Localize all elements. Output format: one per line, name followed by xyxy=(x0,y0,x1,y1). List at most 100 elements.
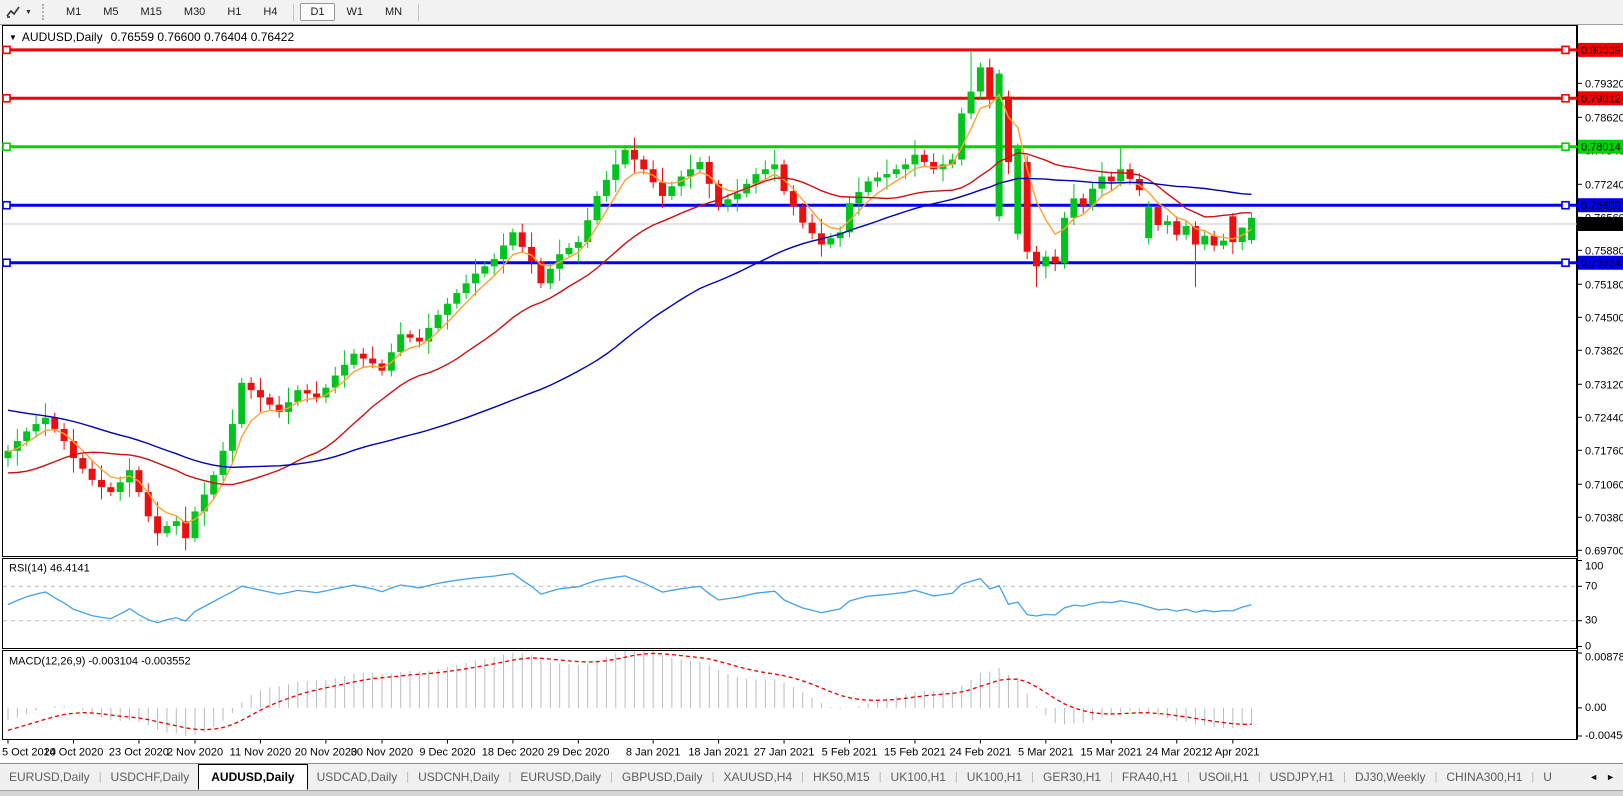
timeframe-m5-button[interactable]: M5 xyxy=(93,3,128,21)
svg-text:0.00: 0.00 xyxy=(1585,702,1606,714)
chart-canvas[interactable]: 0.793200.786200.779400.772400.765600.758… xyxy=(0,25,1623,763)
candles-layer xyxy=(4,49,1256,551)
tab-scroll-arrows: ◄ ► xyxy=(1581,772,1623,782)
tab-uk100-h1[interactable]: UK100,H1 xyxy=(958,770,1031,784)
chart-cursor-icon xyxy=(6,6,20,18)
top-toolbar: ▼ M1 M5 M15 M30 H1 H4 D1 W1 MN xyxy=(0,0,1623,25)
svg-text:0.73120: 0.73120 xyxy=(1585,379,1623,391)
svg-text:0.71060: 0.71060 xyxy=(1585,479,1623,491)
symbol-tabbar: EURUSD,Daily | USDCHF,Daily AUDUSD,Daily USD… xyxy=(0,763,1623,790)
collapse-arrow-icon[interactable]: ▼ xyxy=(9,33,17,42)
rsi-label: RSI(14) 46.4141 xyxy=(9,563,90,575)
svg-text:2 Nov 2020: 2 Nov 2020 xyxy=(167,747,223,759)
tab-usoil-h1[interactable]: USOil,H1 xyxy=(1190,770,1258,784)
chart-title: ▼ AUDUSD,Daily 0.76559 0.76600 0.76404 0.7… xyxy=(9,30,294,44)
svg-text:70: 70 xyxy=(1585,580,1597,592)
toolbar-grip[interactable] xyxy=(41,4,46,20)
date-axis[interactable]: 5 Oct 202014 Oct 2020 23 Oct 20202 Nov 20… xyxy=(2,739,1259,759)
tab-usdcnh-daily[interactable]: USDCNH,Daily xyxy=(409,770,508,784)
svg-text:0.71760: 0.71760 xyxy=(1585,445,1623,457)
svg-text:0.75880: 0.75880 xyxy=(1585,245,1623,257)
timeframe-h4-button[interactable]: H4 xyxy=(253,3,287,21)
tab-dj30-weekly[interactable]: DJ30,Weekly xyxy=(1346,770,1434,784)
svg-text:18 Jan 2021: 18 Jan 2021 xyxy=(688,747,749,759)
tab-eurusd-daily[interactable]: EURUSD,Daily xyxy=(511,770,610,784)
tab-audusd-daily[interactable]: AUDUSD,Daily xyxy=(198,764,308,790)
svg-text:9 Dec 2020: 9 Dec 2020 xyxy=(419,747,475,759)
svg-text:0.77240: 0.77240 xyxy=(1585,179,1623,191)
svg-text:27 Jan 2021: 27 Jan 2021 xyxy=(754,747,815,759)
svg-text:100: 100 xyxy=(1585,561,1603,573)
svg-text:24 Feb 2021: 24 Feb 2021 xyxy=(950,747,1012,759)
tab-usdchf-daily[interactable]: USDCHF,Daily xyxy=(102,770,199,784)
horizontal-lines[interactable] xyxy=(2,45,1577,268)
tab-gbpusd-daily[interactable]: GBPUSD,Daily xyxy=(613,770,712,784)
svg-text:15 Mar 2021: 15 Mar 2021 xyxy=(1080,747,1142,759)
tab-scroll-left-button[interactable]: ◄ xyxy=(1589,772,1598,782)
toolbar-separator xyxy=(418,3,420,21)
tab-scroll-right-button[interactable]: ► xyxy=(1606,772,1615,782)
svg-text:30 Nov 2020: 30 Nov 2020 xyxy=(351,747,413,759)
moving-averages xyxy=(7,93,1252,525)
svg-text:5 Feb 2021: 5 Feb 2021 xyxy=(822,747,878,759)
bottom-strip xyxy=(0,790,1623,796)
tab-fra40-h1[interactable]: FRA40,H1 xyxy=(1113,770,1187,784)
chevron-down-icon[interactable]: ▼ xyxy=(25,9,32,16)
tab-china300-h1[interactable]: CHINA300,H1 xyxy=(1437,770,1531,784)
svg-text:0.70380: 0.70380 xyxy=(1585,512,1623,524)
price-axis[interactable]: 0.793200.786200.779400.772400.765600.758… xyxy=(1577,25,1623,740)
tab-u[interactable]: U xyxy=(1534,770,1561,784)
timeframe-buttons: M1 M5 M15 M30 H1 H4 D1 W1 MN xyxy=(55,3,424,21)
svg-text:2 Apr 2021: 2 Apr 2021 xyxy=(1206,747,1259,759)
svg-text:0.76422: 0.76422 xyxy=(1581,219,1621,231)
tab-xauusd-h4[interactable]: XAUUSD,H4 xyxy=(714,770,801,784)
svg-text:0.75624: 0.75624 xyxy=(1581,258,1621,270)
rsi-line xyxy=(7,572,1252,624)
chart-title-ohlc: 0.76559 0.76600 0.76404 0.76422 xyxy=(110,30,295,44)
timeframe-d1-button[interactable]: D1 xyxy=(300,3,335,21)
svg-text:5 Mar 2021: 5 Mar 2021 xyxy=(1018,747,1074,759)
svg-text:0.76809: 0.76809 xyxy=(1581,200,1621,212)
svg-text:24 Mar 2021: 24 Mar 2021 xyxy=(1146,747,1208,759)
svg-text:0.79320: 0.79320 xyxy=(1585,78,1623,90)
toolbar-separator xyxy=(293,3,295,21)
tab-uk100-h1[interactable]: UK100,H1 xyxy=(882,770,955,784)
timeframe-h1-button[interactable]: H1 xyxy=(217,3,251,21)
cursor-tool-button[interactable] xyxy=(6,5,21,19)
svg-text:11 Nov 2020: 11 Nov 2020 xyxy=(230,747,292,759)
svg-text:0.78620: 0.78620 xyxy=(1585,112,1623,124)
svg-text:0.75180: 0.75180 xyxy=(1585,279,1623,291)
macd-histogram xyxy=(7,651,1253,737)
ma-20-line xyxy=(7,152,1252,486)
svg-text:30: 30 xyxy=(1585,615,1597,627)
tab-hk50-m15[interactable]: HK50,M15 xyxy=(804,770,879,784)
timeframe-m30-button[interactable]: M30 xyxy=(174,3,215,21)
tab-ger30-h1[interactable]: GER30,H1 xyxy=(1034,770,1110,784)
svg-text:8 Jan 2021: 8 Jan 2021 xyxy=(626,747,680,759)
svg-text:15 Feb 2021: 15 Feb 2021 xyxy=(884,747,946,759)
svg-text:0.79012: 0.79012 xyxy=(1581,93,1621,105)
tab-usdjpy-h1[interactable]: USDJPY,H1 xyxy=(1261,770,1343,784)
svg-text:29 Dec 2020: 29 Dec 2020 xyxy=(547,747,609,759)
svg-text:14 Oct 2020: 14 Oct 2020 xyxy=(43,747,103,759)
svg-text:20 Nov 2020: 20 Nov 2020 xyxy=(295,747,357,759)
tab-eurusd-daily[interactable]: EURUSD,Daily xyxy=(0,770,99,784)
symbol-tabs: EURUSD,Daily | USDCHF,Daily AUDUSD,Daily USD… xyxy=(0,764,1561,790)
svg-text:0.78014: 0.78014 xyxy=(1581,142,1621,154)
svg-text:0.74500: 0.74500 xyxy=(1585,312,1623,324)
svg-text:0.72440: 0.72440 xyxy=(1585,412,1623,424)
rsi-pane: 10070300RSI(14) 46.4141 xyxy=(3,560,1603,653)
timeframe-m1-button[interactable]: M1 xyxy=(56,3,91,21)
ma-5-line xyxy=(7,93,1252,525)
svg-text:-0.004503: -0.004503 xyxy=(1585,730,1623,742)
tab-usdcad-daily[interactable]: USDCAD,Daily xyxy=(308,770,407,784)
chart-title-symbol: AUDUSD,Daily xyxy=(21,30,103,44)
timeframe-m15-button[interactable]: M15 xyxy=(131,3,172,21)
timeframe-mn-button[interactable]: MN xyxy=(375,3,412,21)
svg-text:0.69700: 0.69700 xyxy=(1585,545,1623,557)
pane-frames xyxy=(2,25,1577,740)
timeframe-w1-button[interactable]: W1 xyxy=(337,3,374,21)
svg-text:0.80009: 0.80009 xyxy=(1581,45,1621,57)
svg-text:18 Dec 2020: 18 Dec 2020 xyxy=(482,747,544,759)
svg-text:23 Oct 2020: 23 Oct 2020 xyxy=(109,747,169,759)
